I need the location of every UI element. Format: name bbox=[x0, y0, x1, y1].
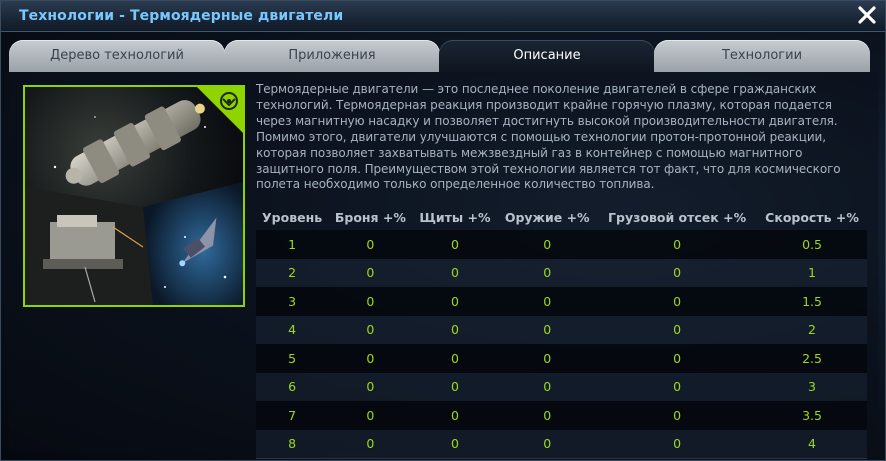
cell-speed: 1.5 bbox=[802, 293, 822, 309]
cell-level: 6 bbox=[288, 379, 297, 395]
tech-description: Термоядерные двигатели — это последнее п… bbox=[256, 82, 841, 192]
cell-level: 8 bbox=[288, 436, 297, 452]
cell-speed: 3 bbox=[808, 379, 816, 395]
table-row: 8 0 0 0 0 4 bbox=[256, 429, 867, 459]
cell-weapons: 0 bbox=[543, 293, 552, 309]
cell-armor: 0 bbox=[366, 436, 375, 452]
header-speed: Скорость +% bbox=[765, 210, 859, 225]
cell-armor: 0 bbox=[366, 350, 375, 366]
cell-cargo: 0 bbox=[673, 379, 682, 395]
tab-tech-tree[interactable]: Дерево технологий bbox=[9, 40, 225, 72]
header-armor: Броня +% bbox=[334, 210, 406, 225]
faction-emblem-icon bbox=[197, 87, 243, 133]
cell-shields: 0 bbox=[450, 379, 459, 395]
window-title: Технологии - Термоядерные двигатели bbox=[19, 8, 344, 24]
cell-speed: 3.5 bbox=[802, 407, 822, 423]
cell-weapons: 0 bbox=[543, 236, 552, 252]
cell-level: 5 bbox=[288, 350, 297, 366]
cell-shields: 0 bbox=[450, 436, 459, 452]
cell-weapons: 0 bbox=[543, 379, 552, 395]
cell-level: 1 bbox=[288, 236, 297, 252]
description-panel: Термоядерные двигатели — это последнее п… bbox=[9, 72, 878, 459]
header-weapons: Оружие +% bbox=[504, 210, 590, 225]
cell-cargo: 0 bbox=[673, 407, 682, 423]
cell-armor: 0 bbox=[366, 293, 375, 309]
cell-weapons: 0 bbox=[543, 407, 552, 423]
cell-weapons: 0 bbox=[543, 265, 552, 281]
cell-cargo: 0 bbox=[673, 322, 682, 338]
cell-speed: 1 bbox=[808, 265, 816, 281]
header-shields: Щиты +% bbox=[419, 210, 491, 225]
cell-weapons: 0 bbox=[543, 436, 552, 452]
table-header-row: Уровень Броня +% Щиты +% Оружие +% Грузо… bbox=[256, 205, 867, 230]
cell-speed: 2.5 bbox=[802, 350, 822, 366]
cell-speed: 2 bbox=[808, 322, 816, 338]
cell-shields: 0 bbox=[450, 407, 459, 423]
cell-level: 4 bbox=[288, 322, 297, 338]
cell-armor: 0 bbox=[366, 322, 375, 338]
cell-weapons: 0 bbox=[543, 350, 552, 366]
table-row: 1 0 0 0 0 0.5 bbox=[256, 230, 867, 259]
cell-armor: 0 bbox=[366, 407, 375, 423]
cell-speed: 0.5 bbox=[802, 236, 822, 252]
cell-armor: 0 bbox=[366, 236, 375, 252]
cell-cargo: 0 bbox=[673, 265, 682, 281]
cell-shields: 0 bbox=[450, 236, 459, 252]
cell-level: 2 bbox=[288, 265, 297, 281]
cell-shields: 0 bbox=[450, 293, 459, 309]
tab-description[interactable]: Описание bbox=[439, 40, 655, 72]
title-bar[interactable]: Технологии - Термоядерные двигатели bbox=[1, 1, 885, 32]
cell-shields: 0 bbox=[450, 322, 459, 338]
cell-armor: 0 bbox=[366, 379, 375, 395]
tech-window: Технологии - Термоядерные двигатели Дере… bbox=[0, 0, 886, 461]
cell-shields: 0 bbox=[450, 265, 459, 281]
table-row: 7 0 0 0 0 3.5 bbox=[256, 401, 867, 430]
header-level: Уровень bbox=[262, 210, 323, 225]
cell-level: 7 bbox=[288, 407, 297, 423]
cell-level: 3 bbox=[288, 293, 297, 309]
table-row: 6 0 0 0 0 3 bbox=[256, 372, 867, 401]
cell-cargo: 0 bbox=[673, 436, 682, 452]
cell-weapons: 0 bbox=[543, 322, 552, 338]
close-x-icon[interactable] bbox=[857, 5, 877, 25]
table-row: 5 0 0 0 0 2.5 bbox=[256, 344, 867, 373]
cell-armor: 0 bbox=[366, 265, 375, 281]
tab-technologies[interactable]: Технологии bbox=[654, 40, 870, 72]
table-row: 3 0 0 0 0 1.5 bbox=[256, 287, 867, 316]
header-cargo: Грузовой отсек +% bbox=[608, 210, 747, 225]
tab-applications[interactable]: Приложения bbox=[224, 40, 440, 72]
cell-cargo: 0 bbox=[673, 293, 682, 309]
level-bonus-table: Уровень Броня +% Щиты +% Оружие +% Грузо… bbox=[256, 205, 867, 459]
cell-cargo: 0 bbox=[673, 350, 682, 366]
cell-shields: 0 bbox=[450, 350, 459, 366]
table-row: 2 0 0 0 0 1 bbox=[256, 258, 867, 287]
table-row: 4 0 0 0 0 2 bbox=[256, 315, 867, 344]
cell-speed: 4 bbox=[808, 436, 816, 452]
cell-cargo: 0 bbox=[673, 236, 682, 252]
tech-image bbox=[23, 85, 245, 307]
tab-bar: Дерево технологий Приложения Описание Те… bbox=[9, 40, 879, 72]
